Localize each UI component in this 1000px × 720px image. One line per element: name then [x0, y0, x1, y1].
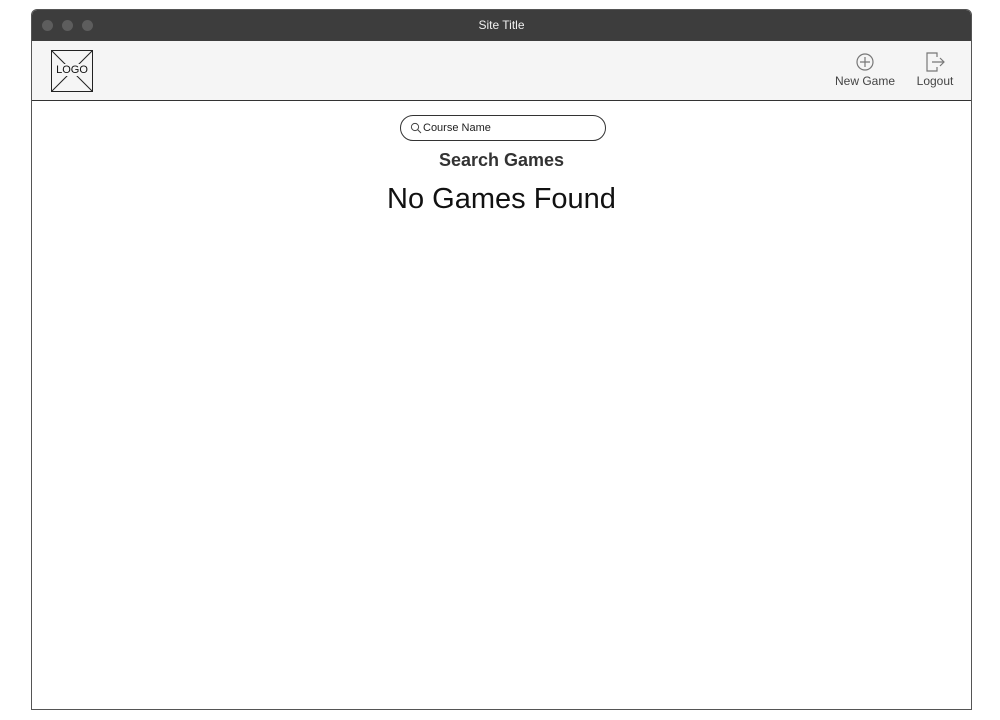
site-header: LOGO New Game Logout — [32, 41, 971, 101]
logo[interactable]: LOGO — [51, 50, 93, 92]
new-game-label: New Game — [834, 74, 896, 88]
browser-window: Site Title LOGO New Game Logout Course N… — [31, 9, 972, 710]
no-results-message: No Games Found — [387, 183, 616, 215]
logo-text: LOGO — [55, 64, 89, 76]
plus-circle-icon — [856, 53, 874, 71]
search-input[interactable] — [423, 119, 593, 136]
page-title: Search Games — [438, 150, 565, 170]
window-title: Site Title — [478, 18, 525, 32]
logout-label: Logout — [916, 74, 954, 88]
logout-icon — [926, 52, 945, 72]
title-bar[interactable]: Site Title — [32, 10, 971, 42]
search-box[interactable] — [400, 115, 606, 141]
new-game-button[interactable]: New Game — [832, 49, 898, 93]
logout-button[interactable]: Logout — [912, 49, 958, 93]
search-icon — [410, 122, 422, 134]
